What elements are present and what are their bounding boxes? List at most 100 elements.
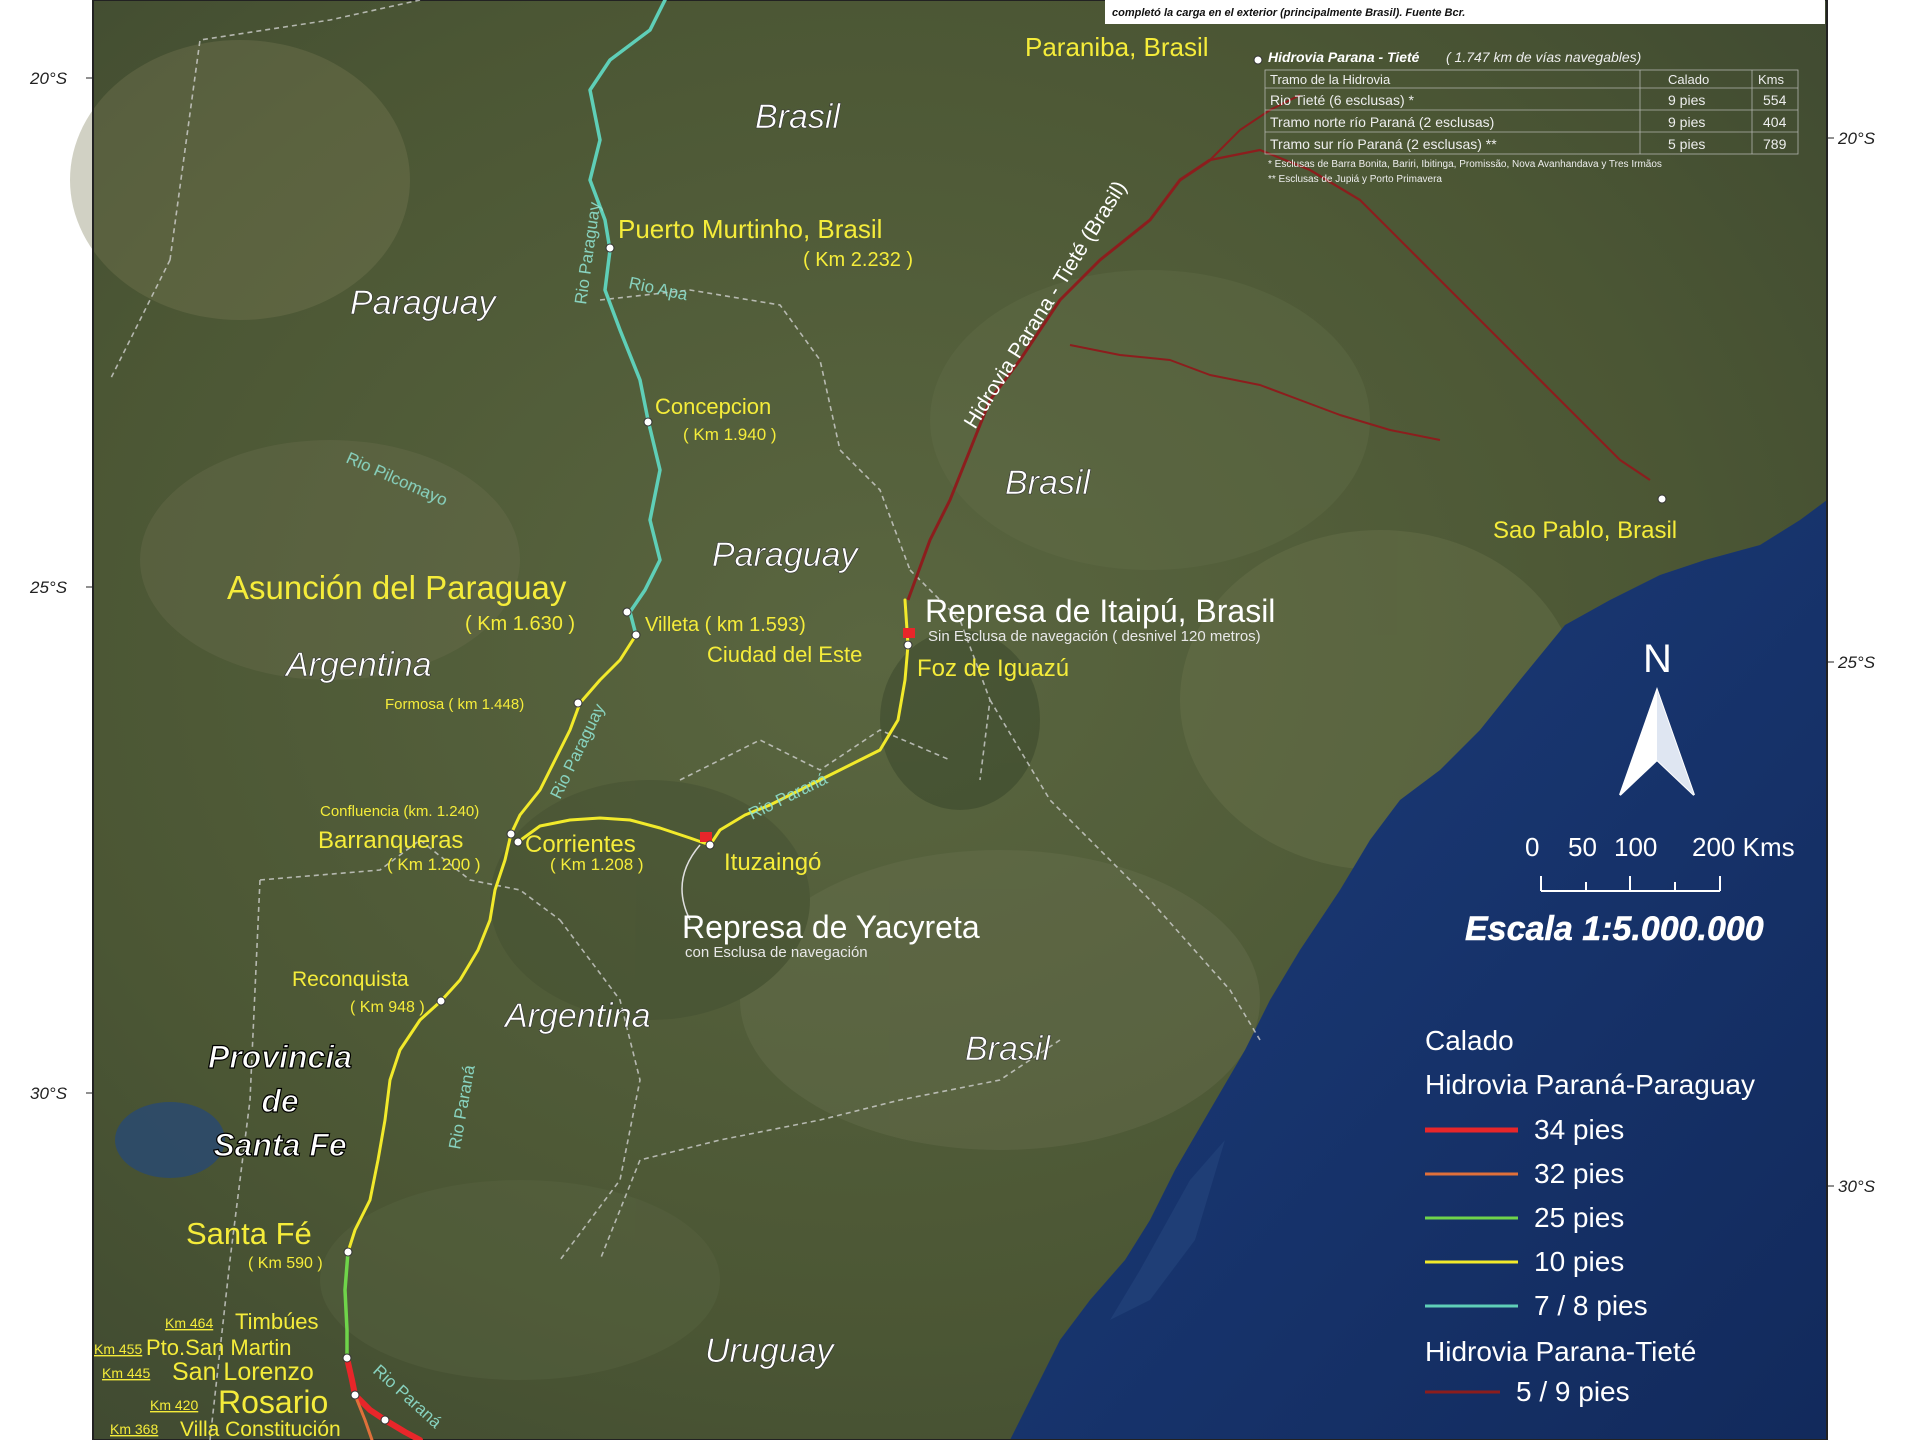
province-line1: Provincia	[208, 1039, 352, 1075]
point-formosa	[573, 698, 583, 708]
mar-chiquita-lagoon	[115, 1102, 225, 1178]
scale-tick-100: 100	[1614, 832, 1657, 862]
label-paranaiba: Paraniba, Brasil	[1025, 32, 1209, 62]
label-brasil-center: Brasil	[1005, 464, 1091, 502]
lat-20-right: 20°S	[1837, 129, 1876, 148]
label-sanlorenzo-km: Km 445	[102, 1365, 150, 1381]
label-brasil-south: Brasil	[965, 1030, 1051, 1068]
tiete-table-title: Hidrovia Parana - Tieté	[1268, 49, 1420, 65]
legend-group1: Hidrovia Paraná-Paraguay	[1425, 1069, 1755, 1100]
label-santafe: Santa Fé	[186, 1216, 312, 1251]
lat-30-left: 30°S	[30, 1084, 68, 1103]
label-argentina-south: Argentina	[503, 997, 651, 1035]
legend-item-3: 10 pies	[1534, 1246, 1624, 1277]
label-corrientes: Corrientes	[525, 831, 636, 858]
label-reconquista-km: ( Km 948 )	[350, 999, 425, 1016]
label-timbues-km: Km 464	[165, 1315, 213, 1331]
tiete-row1-tramo: Rio Tieté (6 esclusas) *	[1270, 92, 1414, 108]
label-yacyreta-note: con Esclusa de navegación	[685, 944, 868, 961]
point-santafe	[343, 1247, 353, 1257]
label-asuncion: Asunción del Paraguay	[227, 569, 567, 606]
label-villacons: Villa Constitución	[180, 1418, 341, 1440]
north-letter: N	[1643, 637, 1672, 681]
label-ituzaingo: Ituzaingó	[724, 849, 821, 876]
label-foz: Foz de Iguazú	[917, 655, 1069, 682]
legend-item-tiete: 5 / 9 pies	[1516, 1376, 1630, 1407]
tiete-footnote1: * Esclusas de Barra Bonita, Bariri, Ibit…	[1268, 159, 1662, 170]
tiete-header-calado: Calado	[1668, 72, 1709, 87]
label-sanmartin-km: Km 455	[94, 1341, 142, 1357]
point-reconquista	[436, 996, 446, 1006]
point-murtinho	[605, 243, 615, 253]
legend-group2: Hidrovia Parana-Tieté	[1425, 1336, 1696, 1367]
label-argentina-north: Argentina	[284, 646, 432, 684]
label-murtinho-km: ( Km 2.232 )	[803, 249, 913, 271]
tiete-row1-kms: 554	[1763, 92, 1787, 108]
province-line2: de	[261, 1083, 298, 1119]
point-villacons	[380, 1415, 390, 1425]
tiete-row3-calado: 5 pies	[1668, 136, 1705, 152]
label-confluencia: Confluencia (km. 1.240)	[320, 803, 479, 820]
label-timbues: Timbúes	[235, 1309, 319, 1334]
lat-25-left: 25°S	[29, 578, 68, 597]
label-murtinho: Puerto Murtinho, Brasil	[618, 214, 882, 244]
label-asuncion-km: ( Km 1.630 )	[465, 613, 575, 635]
point-itaipu	[903, 640, 913, 650]
point-ituzaingo	[705, 840, 715, 850]
label-santafe-km: ( Km 590 )	[248, 1255, 323, 1272]
label-uruguay: Uruguay	[705, 1332, 836, 1370]
itaipu-dam-marker	[903, 628, 915, 638]
scale-text: Escala 1:5.000.000	[1465, 910, 1764, 948]
tiete-row2-calado: 9 pies	[1668, 114, 1705, 130]
tiete-header-tramo: Tramo de la Hidrovia	[1270, 72, 1391, 87]
scale-tick-50: 50	[1568, 832, 1597, 862]
point-paranaiba	[1253, 55, 1263, 65]
label-ciudad-este: Ciudad del Este	[707, 642, 862, 667]
label-sanmartin: Pto.San Martin	[146, 1335, 292, 1360]
label-corrientes-km: ( Km 1.208 )	[550, 855, 644, 874]
legend-item-2: 25 pies	[1534, 1202, 1624, 1233]
label-itaipu-note: Sin Esclusa de navegación ( desnivel 120…	[928, 628, 1261, 645]
point-asuncion	[622, 607, 632, 617]
point-concepcion	[643, 417, 653, 427]
tiete-row2-kms: 404	[1763, 114, 1787, 130]
hidrovia-map: 20°S 25°S 30°S 20°S 25°S 30°S completó l…	[0, 0, 1920, 1440]
label-concepcion-km: ( Km 1.940 )	[683, 425, 777, 444]
scale-tick-200: 200 Kms	[1692, 832, 1795, 862]
label-brasil-north: Brasil	[755, 98, 841, 136]
label-itaipu: Represa de Itaipú, Brasil	[925, 593, 1275, 629]
label-concepcion: Concepcion	[655, 394, 771, 419]
tiete-row2-tramo: Tramo norte río Paraná (2 esclusas)	[1270, 114, 1494, 130]
label-villeta: Villeta ( km 1.593)	[645, 614, 806, 636]
label-paraguay-south: Paraguay	[712, 536, 860, 574]
point-rosario	[350, 1390, 360, 1400]
label-saopablo: Sao Pablo, Brasil	[1493, 517, 1677, 544]
tiete-footnote2: ** Esclusas de Jupiá y Porto Primavera	[1268, 174, 1442, 185]
top-note: completó la carga en el exterior (princi…	[1112, 7, 1465, 19]
point-timbues	[342, 1353, 352, 1363]
label-rosario: Rosario	[218, 1384, 328, 1420]
label-villacons-km: Km 368	[110, 1421, 158, 1437]
label-yacyreta: Represa de Yacyreta	[682, 909, 980, 945]
label-barranqueras-km: ( Km 1.200 )	[387, 855, 481, 874]
label-barranqueras: Barranqueras	[318, 827, 463, 854]
tiete-header-kms: Kms	[1758, 72, 1785, 87]
lat-20-left: 20°S	[29, 69, 68, 88]
tiete-table-subtitle: ( 1.747 km de vías navegables)	[1446, 49, 1641, 65]
legend-item-1: 32 pies	[1534, 1158, 1624, 1189]
legend-title: Calado	[1425, 1025, 1514, 1056]
point-corrientes	[513, 837, 523, 847]
legend-item-0: 34 pies	[1534, 1114, 1624, 1145]
lat-25-right: 25°S	[1837, 653, 1876, 672]
label-sanlorenzo: San Lorenzo	[172, 1358, 314, 1386]
lat-30-right: 30°S	[1838, 1177, 1876, 1196]
label-formosa: Formosa ( km 1.448)	[385, 696, 524, 713]
scale-tick-0: 0	[1525, 832, 1539, 862]
label-paraguay-north: Paraguay	[350, 284, 498, 322]
tiete-row1-calado: 9 pies	[1668, 92, 1705, 108]
point-saopablo	[1657, 494, 1667, 504]
legend-item-4: 7 / 8 pies	[1534, 1290, 1648, 1321]
yacyreta-dam-marker	[700, 832, 712, 842]
province-line3: Santa Fe	[213, 1127, 346, 1163]
tiete-row3-kms: 789	[1763, 136, 1787, 152]
